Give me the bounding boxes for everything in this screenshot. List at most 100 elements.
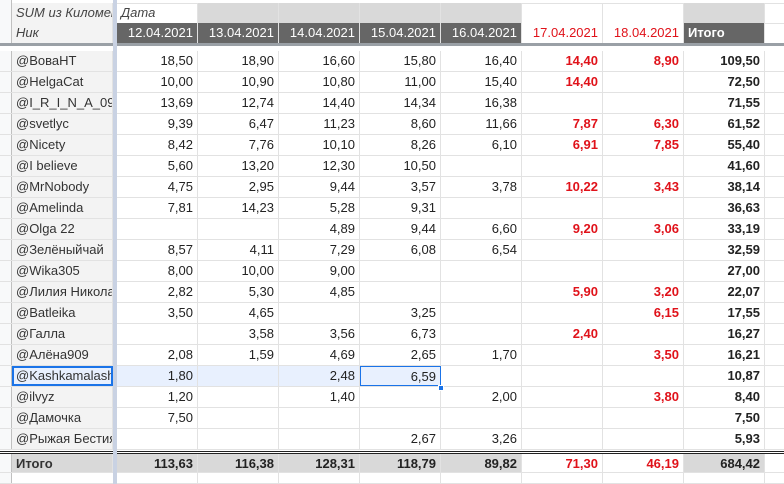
value-cell[interactable]: 3,50 [603, 345, 684, 365]
empty-cell[interactable] [441, 473, 522, 483]
value-cell[interactable]: 2,40 [522, 324, 603, 344]
value-cell[interactable]: 4,65 [198, 303, 279, 323]
date-column-header[interactable]: 15.04.2021 [360, 23, 441, 43]
row-total-cell[interactable]: 109,50 [684, 51, 765, 71]
row-total-cell[interactable]: 16,21 [684, 345, 765, 365]
grand-total-value[interactable]: 684,42 [684, 454, 765, 472]
value-cell[interactable] [441, 198, 522, 218]
value-cell[interactable]: 8,26 [360, 135, 441, 155]
value-cell[interactable]: 3,43 [603, 177, 684, 197]
value-cell[interactable]: 18,90 [198, 51, 279, 71]
value-cell[interactable] [603, 324, 684, 344]
value-cell[interactable]: 2,48 [279, 366, 360, 386]
value-cell[interactable] [603, 408, 684, 428]
value-cell[interactable] [198, 219, 279, 239]
value-cell[interactable]: 5,60 [117, 156, 198, 176]
row-total-cell[interactable]: 36,63 [684, 198, 765, 218]
date-column-header[interactable]: 14.04.2021 [279, 23, 360, 43]
value-cell[interactable]: 4,75 [117, 177, 198, 197]
value-cell[interactable]: 2,00 [441, 387, 522, 407]
value-cell[interactable]: 6,47 [198, 114, 279, 134]
value-cell[interactable] [522, 366, 603, 386]
value-cell[interactable] [603, 72, 684, 92]
grand-total-cell[interactable]: 113,63 [117, 454, 198, 472]
empty-cell[interactable] [279, 473, 360, 483]
value-cell[interactable]: 11,66 [441, 114, 522, 134]
row-total-cell[interactable]: 22,07 [684, 282, 765, 302]
row-nickname[interactable]: @Olga 22 [12, 219, 113, 239]
value-cell[interactable] [522, 408, 603, 428]
value-cell[interactable]: 2,67 [360, 429, 441, 449]
value-cell[interactable]: 11,00 [360, 72, 441, 92]
value-cell[interactable]: 10,80 [279, 72, 360, 92]
value-cell[interactable] [360, 387, 441, 407]
date-column-header[interactable]: 13.04.2021 [198, 23, 279, 43]
value-cell[interactable]: 2,65 [360, 345, 441, 365]
value-cell[interactable]: 3,57 [360, 177, 441, 197]
value-cell[interactable] [603, 198, 684, 218]
row-total-cell[interactable]: 38,14 [684, 177, 765, 197]
value-cell[interactable]: 10,00 [117, 72, 198, 92]
header-filler-cell[interactable] [360, 3, 441, 23]
value-cell[interactable] [522, 303, 603, 323]
value-cell[interactable]: 6,15 [603, 303, 684, 323]
value-cell[interactable] [360, 261, 441, 281]
row-nickname[interactable]: @Дамочка [12, 408, 113, 428]
header-filler-cell[interactable] [198, 3, 279, 23]
value-cell[interactable]: 2,08 [117, 345, 198, 365]
value-cell[interactable] [441, 324, 522, 344]
value-cell[interactable] [441, 261, 522, 281]
value-cell[interactable] [522, 261, 603, 281]
value-cell[interactable]: 3,58 [198, 324, 279, 344]
grand-total-cell[interactable]: 116,38 [198, 454, 279, 472]
empty-cell[interactable] [522, 473, 603, 483]
value-cell[interactable]: 10,10 [279, 135, 360, 155]
value-cell[interactable]: 1,40 [279, 387, 360, 407]
row-nickname[interactable]: @HelgaCat [12, 72, 113, 92]
value-cell[interactable]: 16,38 [441, 93, 522, 113]
value-cell[interactable] [522, 429, 603, 449]
value-cell[interactable] [522, 387, 603, 407]
value-cell[interactable]: 3,50 [117, 303, 198, 323]
value-cell[interactable]: 9,44 [360, 219, 441, 239]
header-filler-cell[interactable] [522, 3, 603, 23]
value-cell[interactable] [441, 366, 522, 386]
value-cell[interactable]: 3,80 [603, 387, 684, 407]
value-cell[interactable]: 4,85 [279, 282, 360, 302]
value-cell[interactable]: 14,40 [522, 72, 603, 92]
header-filler-cell[interactable] [603, 3, 684, 23]
header-filler-cell[interactable] [441, 3, 522, 23]
value-cell[interactable] [360, 282, 441, 302]
row-nickname[interactable]: @MrNobody [12, 177, 113, 197]
value-cell[interactable]: 3,56 [279, 324, 360, 344]
empty-cell[interactable] [684, 473, 765, 483]
value-cell[interactable]: 15,40 [441, 72, 522, 92]
value-cell[interactable]: 12,30 [279, 156, 360, 176]
value-cell[interactable] [603, 261, 684, 281]
date-column-header[interactable]: 12.04.2021 [117, 23, 198, 43]
value-cell[interactable]: 9,44 [279, 177, 360, 197]
frozen-column-divider[interactable] [113, 0, 117, 484]
value-cell[interactable] [441, 303, 522, 323]
grand-total-cell[interactable]: 89,82 [441, 454, 522, 472]
value-cell[interactable]: 8,90 [603, 51, 684, 71]
value-cell[interactable]: 10,00 [198, 261, 279, 281]
row-nickname[interactable]: @Batleika [12, 303, 113, 323]
date-column-header[interactable]: 17.04.2021 [522, 23, 603, 43]
value-cell[interactable]: 3,20 [603, 282, 684, 302]
value-cell[interactable]: 8,00 [117, 261, 198, 281]
empty-cell[interactable] [360, 473, 441, 483]
row-total-cell[interactable]: 41,60 [684, 156, 765, 176]
values-label[interactable]: SUM из Километраж [12, 3, 113, 23]
row-total-cell[interactable]: 55,40 [684, 135, 765, 155]
value-cell[interactable]: 6,10 [441, 135, 522, 155]
value-cell[interactable]: 14,34 [360, 93, 441, 113]
row-nickname[interactable]: @Wika305 [12, 261, 113, 281]
value-cell[interactable] [522, 156, 603, 176]
columns-label[interactable]: Дата [117, 3, 198, 23]
row-nickname[interactable]: @Kashkamalashka [12, 366, 113, 386]
value-cell[interactable] [522, 93, 603, 113]
value-cell[interactable]: 13,69 [117, 93, 198, 113]
value-cell[interactable] [603, 240, 684, 260]
value-cell[interactable] [198, 387, 279, 407]
